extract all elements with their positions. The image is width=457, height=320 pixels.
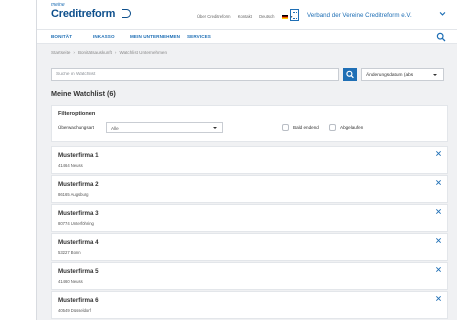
company-card[interactable]: Musterfirma 5 41460 Neuss (51, 262, 448, 290)
building-icon (290, 9, 299, 21)
dropdown-arrow-icon (433, 74, 437, 76)
company-card[interactable]: Musterfirma 4 53227 Bonn (51, 233, 448, 261)
filter-panel: Filteroptionen Überwachungsart Alle Bald… (51, 105, 448, 142)
nav-services[interactable]: SERVICES (187, 34, 211, 39)
breadcrumb-startseite[interactable]: Startseite (51, 50, 70, 55)
page-title: Meine Watchlist (6) (51, 89, 116, 98)
company-address: 86165 Augsburg (58, 192, 89, 197)
nav-mein-unternehmen[interactable]: MEIN UNTERNEHMEN (130, 34, 180, 39)
link-about[interactable]: Über Creditreform (197, 14, 231, 19)
filter-type-label: Überwachungsart (58, 125, 95, 130)
language-label: Deutsch (259, 14, 275, 19)
company-name[interactable]: Musterfirma 1 (58, 152, 99, 159)
breadcrumb-separator-icon: › (73, 50, 75, 55)
search-icon[interactable] (436, 32, 446, 42)
sort-select[interactable]: Änderungsdatum (abs (361, 68, 444, 81)
breadcrumb-current: Watchlist Unternehmen (119, 50, 168, 55)
nav-bonitaet[interactable]: BONITÄT (51, 34, 72, 39)
logo-mark-icon (122, 9, 131, 18)
company-address: 41464 Neuss (58, 163, 83, 168)
company-address: 41460 Neuss (58, 279, 83, 284)
company-card[interactable]: Musterfirma 3 80774 Unterföhring (51, 204, 448, 232)
top-bar: meine Creditreform Über Creditreform Kon… (37, 0, 457, 30)
company-name[interactable]: Musterfirma 2 (58, 181, 99, 188)
company-name[interactable]: Musterfirma 3 (58, 210, 99, 217)
breadcrumb-bonitaetsauskunft[interactable]: Bonitätsauskunft (78, 50, 112, 55)
company-card[interactable]: Musterfirma 6 40549 Düsseldorf (51, 291, 448, 319)
watchlist-search-input[interactable] (51, 68, 339, 81)
company-card[interactable]: Musterfirma 2 86165 Augsburg (51, 175, 448, 203)
search-icon (346, 70, 354, 79)
company-card[interactable]: Musterfirma 1 41464 Neuss (51, 146, 448, 174)
company-name[interactable]: Musterfirma 6 (58, 297, 99, 304)
checkbox-bald-endend[interactable] (282, 124, 289, 131)
company-name[interactable]: Musterfirma 5 (58, 268, 99, 275)
chevron-down-icon[interactable] (439, 10, 446, 17)
link-contact[interactable]: Kontakt (238, 14, 252, 19)
checkbox-abgelaufen[interactable] (329, 124, 336, 131)
close-icon[interactable] (435, 208, 442, 215)
close-icon[interactable] (435, 179, 442, 186)
filter-type-select[interactable]: Alle (106, 122, 223, 133)
main-nav: BONITÄT INKASSO MEIN UNTERNEHMEN SERVICE… (37, 30, 457, 44)
close-icon[interactable] (435, 237, 442, 244)
breadcrumb-separator-icon: › (114, 50, 117, 55)
creditreform-logo[interactable]: Creditreform (51, 8, 115, 20)
company-name[interactable]: Musterfirma 4 (58, 239, 99, 246)
checkbox-label-abgelaufen: Abgelaufen (340, 125, 364, 130)
checkbox-label-bald-endend: Bald endend (293, 125, 319, 130)
filter-title: Filteroptionen (58, 111, 96, 117)
close-icon[interactable] (435, 295, 442, 302)
company-address: 40549 Düsseldorf (58, 308, 91, 313)
company-address: 53227 Bonn (58, 250, 81, 255)
nav-inkasso[interactable]: INKASSO (93, 34, 115, 39)
close-icon[interactable] (435, 266, 442, 273)
top-links: Über Creditreform Kontakt Deutsch ▾ (197, 14, 304, 19)
dropdown-arrow-icon (213, 127, 217, 129)
organization-name[interactable]: Verband der Vereine Creditreform e.V. (307, 12, 412, 19)
company-address: 80774 Unterföhring (58, 221, 94, 226)
german-flag-icon (282, 14, 289, 19)
app-window: meine Creditreform Über Creditreform Kon… (36, 0, 457, 320)
breadcrumb: Startseite › Bonitätsauskunft › Watchlist Un… (51, 50, 167, 55)
search-button[interactable] (343, 68, 357, 81)
sort-select-value: Änderungsdatum (abs (366, 73, 414, 78)
filter-type-value: Alle (111, 126, 119, 131)
close-icon[interactable] (435, 150, 442, 157)
